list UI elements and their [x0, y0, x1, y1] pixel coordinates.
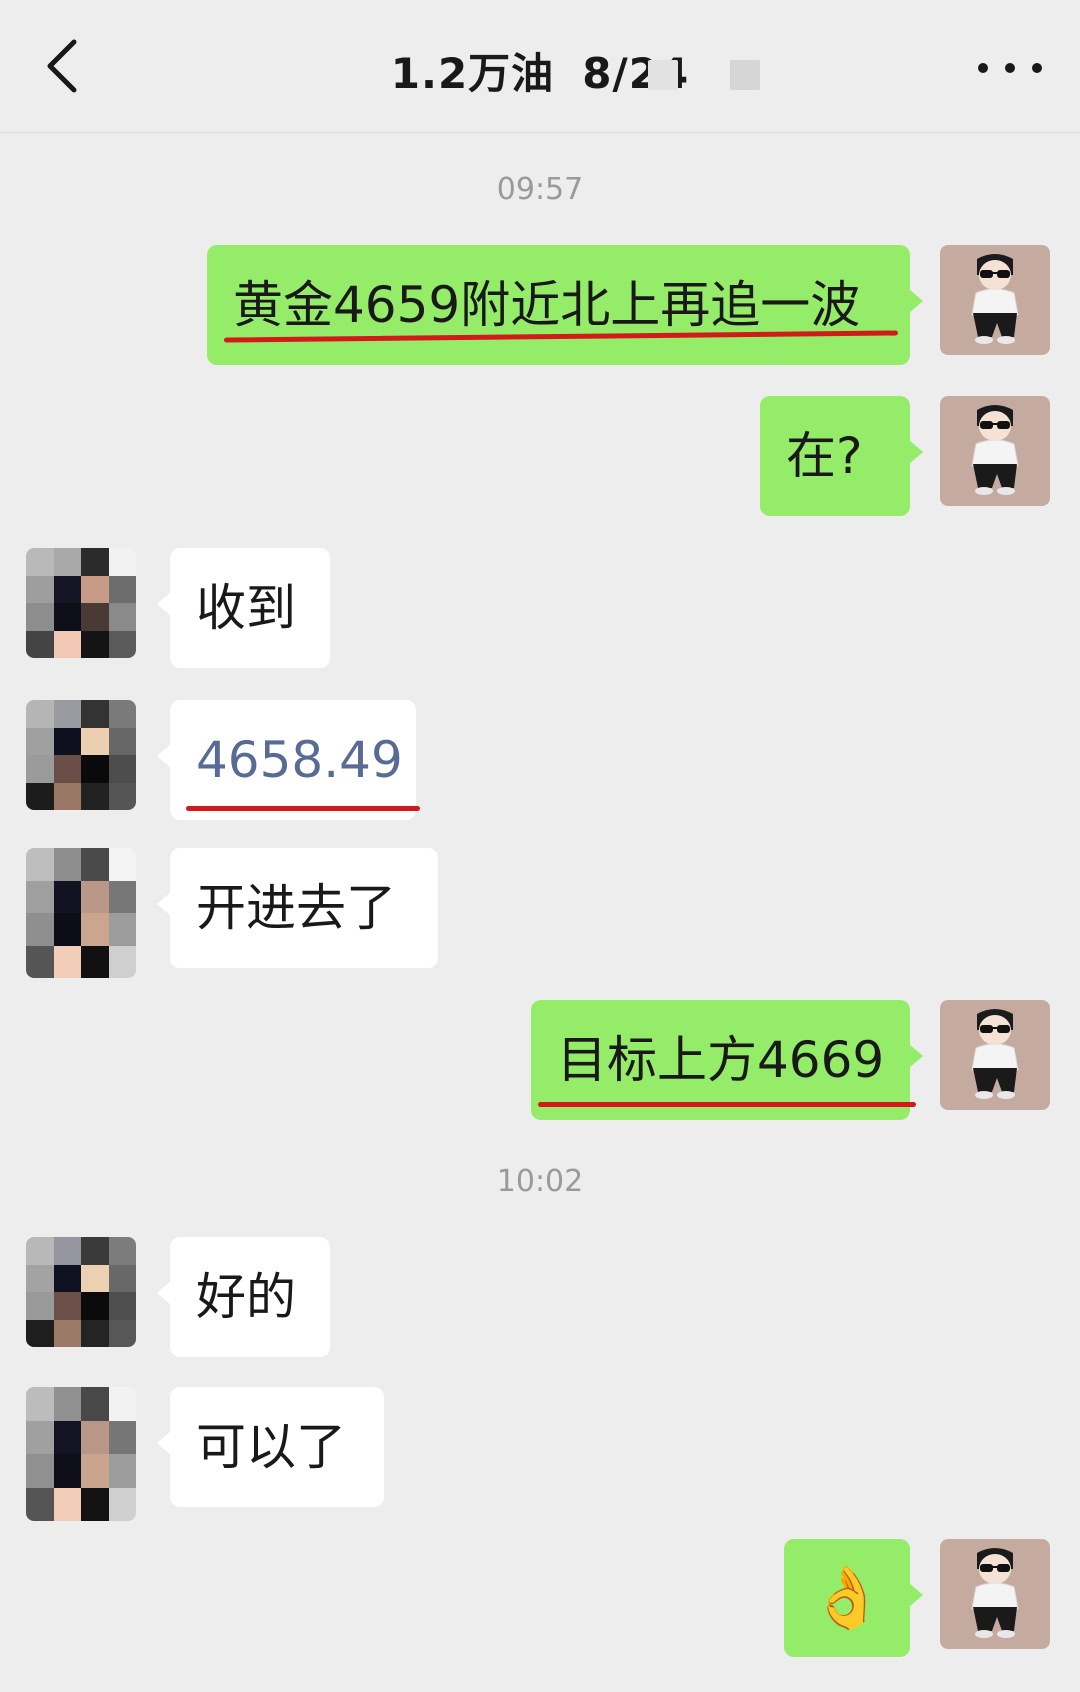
chat-title: 1.2万油 8/24 — [0, 40, 1080, 101]
message-text: 收到 — [196, 579, 296, 637]
message-link-text[interactable]: 4658.49 — [196, 735, 403, 785]
cartoon-boy-avatar-icon — [971, 1008, 1019, 1100]
message-text: 好的 — [196, 1268, 296, 1326]
avatar-me[interactable] — [940, 396, 1050, 506]
cartoon-boy-avatar-icon — [971, 1547, 1019, 1639]
message-bubble-incoming[interactable]: 收到 — [157, 548, 330, 668]
message-text: 可以了 — [196, 1418, 346, 1476]
message-bubble-outgoing[interactable]: 在? — [760, 396, 923, 516]
avatar-me[interactable] — [940, 245, 1050, 355]
chat-header: 1.2万油 8/24 — [0, 0, 1080, 133]
title-redacted-block — [730, 60, 760, 90]
highlight-underline — [186, 806, 420, 811]
message-bubble-incoming[interactable]: 开进去了 — [157, 848, 438, 968]
highlight-underline — [538, 1102, 916, 1107]
message-text: 目标上方4669 — [557, 1031, 885, 1089]
message-bubble-outgoing[interactable]: 👌 — [784, 1539, 923, 1657]
message-bubble-incoming[interactable]: 好的 — [157, 1237, 330, 1357]
more-button[interactable] — [978, 58, 1042, 78]
avatar-contact[interactable] — [26, 1387, 136, 1521]
cartoon-boy-avatar-icon — [971, 253, 1019, 345]
more-dots-icon — [1032, 63, 1042, 73]
message-timestamp: 10:02 — [496, 1164, 584, 1199]
message-bubble-incoming[interactable]: 可以了 — [157, 1387, 384, 1507]
message-bubble-outgoing[interactable]: 黄金4659附近北上再追一波 — [207, 245, 923, 365]
message-text: 在? — [786, 427, 863, 485]
ok-hand-emoji-icon: 👌 — [809, 1563, 885, 1633]
avatar-contact[interactable] — [26, 848, 136, 978]
avatar-me[interactable] — [940, 1539, 1050, 1649]
title-redacted-block — [648, 60, 678, 90]
chat-screen: 1.2万油 8/24 09:57 黄金4659附近北上再追一波 在? 收到 46… — [0, 0, 1080, 1692]
message-bubble-incoming[interactable]: 4658.49 — [157, 700, 416, 820]
avatar-contact[interactable] — [26, 548, 136, 658]
message-text: 黄金4659附近北上再追一波 — [233, 276, 861, 334]
more-dots-icon — [1005, 63, 1015, 73]
avatar-me[interactable] — [940, 1000, 1050, 1110]
message-timestamp: 09:57 — [496, 172, 584, 207]
avatar-contact[interactable] — [26, 1237, 136, 1347]
cartoon-boy-avatar-icon — [971, 404, 1019, 496]
chat-title-name: 1.2万油 — [390, 49, 555, 98]
avatar-contact[interactable] — [26, 700, 136, 810]
message-text: 开进去了 — [196, 879, 396, 937]
more-dots-icon — [978, 63, 988, 73]
